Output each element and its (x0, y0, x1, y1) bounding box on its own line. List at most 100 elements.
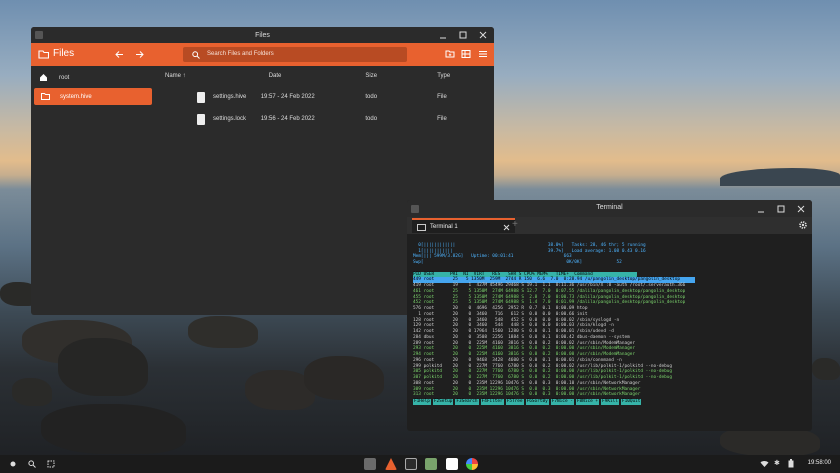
app-files-icon[interactable] (385, 458, 397, 470)
menu-icon[interactable] (478, 49, 488, 59)
app-terminal-icon[interactable] (405, 458, 417, 470)
app-browser-icon[interactable] (466, 458, 478, 470)
file-icon (197, 113, 205, 125)
terminal-window: Terminal Terminal 1 + 0[|||||||||||| 38.… (407, 200, 812, 431)
terminal-icon (417, 224, 426, 231)
search-input[interactable]: Search Files and Folders (183, 47, 407, 62)
sidebar-item-label: system.hive (60, 93, 92, 100)
sidebar-item-label: root (59, 74, 70, 81)
search-icon (192, 51, 200, 59)
close-icon[interactable] (478, 30, 488, 40)
fkey-nice-minus[interactable]: F7Nice - (550, 399, 574, 405)
column-date[interactable]: Date (261, 73, 364, 79)
minimize-icon[interactable] (756, 204, 766, 214)
battery-icon[interactable] (788, 459, 794, 468)
mem-meter: Mem[||| 599M/3.82G] Uptime: 00:01:41 663 (413, 254, 580, 260)
fkey-tree[interactable]: F5Tree (505, 399, 524, 405)
tab-close-icon[interactable] (503, 224, 510, 231)
process-row[interactable]: 452 root 25 5 1350M 274M 64988 S 1.4 7.0… (413, 300, 685, 305)
table-row[interactable]: settings.hive 19:57 - 24 Feb 2022 todo F… (157, 86, 494, 108)
process-row[interactable]: 289 root 20 0 225M 4160 3816 S 0.0 0.2 0… (413, 341, 635, 346)
fkey-kill[interactable]: F9Kill (601, 399, 619, 405)
fkey-setup[interactable]: F2Setup (432, 399, 454, 405)
column-size[interactable]: Size (363, 73, 434, 79)
terminal-tabbar: Terminal 1 + (407, 217, 812, 234)
column-type[interactable]: Type (434, 73, 494, 79)
app-settings-icon[interactable] (364, 458, 376, 470)
maximize-icon[interactable] (776, 204, 786, 214)
folder-icon (41, 92, 50, 100)
process-row[interactable]: 313 root 20 0 235M 12296 10476 S 0.0 0.3… (413, 392, 640, 397)
files-window-title: Files (255, 31, 270, 39)
new-tab-icon[interactable]: + (512, 219, 518, 230)
terminal-output[interactable]: 0[|||||||||||| 38.0%] Tasks: 28, 46 thr;… (407, 234, 812, 431)
launcher-dot-icon[interactable] (9, 460, 17, 468)
files-toolbar: Files Search Files and Folders (31, 43, 494, 66)
files-app-title: Files (53, 48, 75, 59)
file-date: 19:57 - 24 Feb 2022 (260, 94, 315, 100)
settings-gear-icon[interactable] (798, 220, 808, 230)
process-row[interactable]: 461 root 25 5 1350M 274M 64988 S 12.7 7.… (413, 289, 685, 294)
process-row[interactable]: 128 root 20 0 3460 548 452 S 0.0 0.0 0:0… (413, 318, 619, 323)
overview-icon[interactable] (47, 460, 55, 468)
close-icon[interactable] (796, 204, 806, 214)
process-row[interactable]: 293 root 20 0 225M 4160 3816 S 0.0 0.2 0… (413, 346, 635, 351)
bluetooth-icon[interactable]: ✱ (774, 459, 780, 467)
fkey-nice-plus[interactable]: F8Nice + (575, 399, 600, 405)
process-row[interactable]: 294 root 20 0 225M 4160 3816 S 0.0 0.2 0… (413, 352, 635, 357)
column-name[interactable]: Name ↑ (157, 73, 261, 79)
search-icon[interactable] (28, 460, 36, 468)
tab-label: Terminal 1 (430, 223, 458, 230)
new-folder-icon[interactable] (445, 49, 455, 59)
sidebar-item-root[interactable]: root (31, 69, 155, 86)
file-type: File (437, 116, 447, 122)
table-header: Name ↑ Date Size Type (157, 66, 494, 86)
table-row[interactable]: settings.lock 19:56 - 24 Feb 2022 todo F… (157, 108, 494, 130)
file-name: settings.lock (213, 116, 247, 122)
taskbar: ✱ 19:58:00 (0, 455, 840, 473)
process-row[interactable]: 296 root 20 0 9468 3428 4600 S 0.0 0.1 0… (413, 358, 622, 363)
process-row[interactable]: 305 polkitd 20 0 227M 7760 6780 S 0.0 0.… (413, 369, 672, 374)
app-calculator-icon[interactable] (425, 458, 437, 470)
process-row[interactable]: 129 root 20 0 3460 544 448 S 0.0 0.0 0:0… (413, 323, 614, 328)
file-date: 19:56 - 24 Feb 2022 (260, 116, 315, 122)
cpu0-meter: 0[|||||||||||| 38.0%] Tasks: 28, 46 thr;… (413, 242, 646, 248)
process-row[interactable]: 308 root 20 0 235M 12296 10476 S 0.0 0.3… (413, 381, 640, 386)
fkey-sortby[interactable]: F6SortBy (525, 399, 549, 405)
minimize-icon[interactable] (438, 30, 448, 40)
file-size: todo (365, 94, 378, 100)
forward-arrow-icon[interactable] (135, 50, 144, 59)
file-name: settings.hive (213, 94, 247, 100)
sidebar-item-system-hive[interactable]: system.hive (34, 88, 152, 105)
back-arrow-icon[interactable] (115, 50, 124, 59)
view-grid-icon[interactable] (461, 49, 471, 59)
file-type: File (437, 94, 447, 100)
home-icon (39, 73, 48, 82)
clock[interactable]: 19:58:00 (808, 460, 831, 466)
files-sidebar: root system.hive (31, 66, 155, 315)
fkey-help[interactable]: F1Help (413, 399, 431, 405)
maximize-icon[interactable] (458, 30, 468, 40)
tab-terminal-1[interactable]: Terminal 1 (412, 218, 515, 233)
search-placeholder: Search Files and Folders (207, 51, 274, 57)
cpu1-meter: 1[||||||||||| 39.7%] Load average: 1.08 … (413, 248, 646, 254)
fkey-quit[interactable]: F10Quit (620, 399, 642, 405)
process-row[interactable]: 455 root 25 5 1350M 274M 64988 S 2.8 7.0… (413, 295, 685, 300)
file-size: todo (365, 116, 378, 122)
process-row[interactable]: 309 root 20 0 235M 12296 10476 S 0.0 0.3… (413, 387, 640, 392)
file-icon (197, 91, 205, 103)
app-calendar-icon[interactable] (446, 458, 458, 470)
fkey-search[interactable]: F3Search (455, 399, 479, 405)
fkey-filter[interactable]: F4Filter (480, 399, 504, 405)
process-row[interactable]: 307 polkitd 20 0 227M 7760 6780 S 0.0 0.… (413, 375, 672, 380)
process-row[interactable]: 299 polkitd 20 0 227M 7760 6780 S 0.0 0.… (413, 364, 672, 369)
process-row[interactable]: 284 dbus 20 0 3508 2256 1884 S 0.0 0.1 0… (413, 335, 630, 340)
process-row[interactable]: 419 root 19 1 427M 45496 29468 S 19.1 1.… (413, 283, 685, 288)
swap-meter: Swp[ 0K/0K] 52 (413, 260, 622, 265)
process-row[interactable]: 142 root 20 0 17964 1560 1280 S 0.0 0.1 … (413, 329, 614, 334)
wifi-icon[interactable] (760, 459, 769, 468)
files-titlebar[interactable]: Files (31, 27, 494, 43)
process-row[interactable]: 1 root 20 0 3460 716 612 S 0.0 0.0 0:00.… (413, 312, 587, 317)
terminal-titlebar[interactable]: Terminal (407, 200, 812, 217)
process-row[interactable]: 576 root 20 0 4696 4256 2952 R 0.7 0.1 0… (413, 306, 587, 311)
